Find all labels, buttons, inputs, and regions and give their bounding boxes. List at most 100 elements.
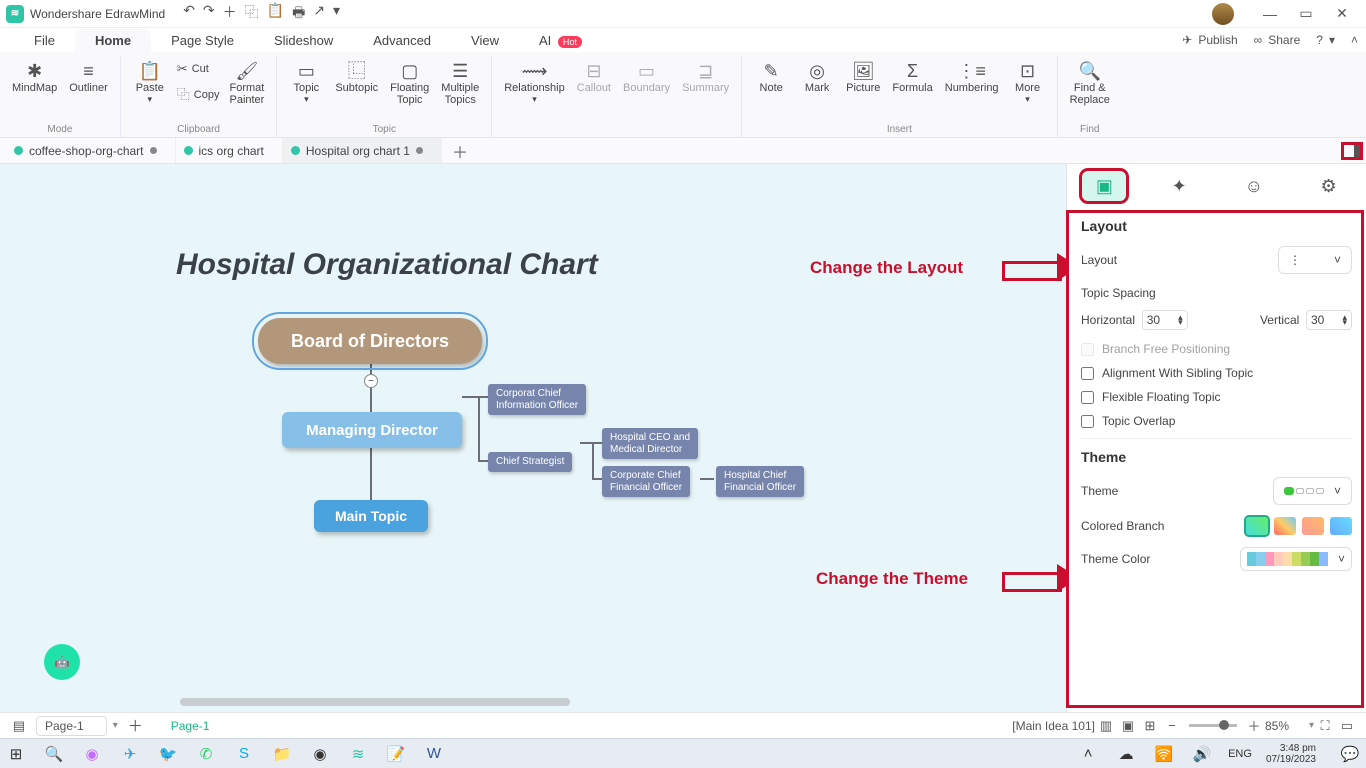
taskbar-explorer-icon[interactable]: 📁	[270, 742, 294, 766]
tray-chevron-icon[interactable]: ˄	[1076, 742, 1100, 766]
layout-selector[interactable]: ⋮˅	[1278, 246, 1352, 274]
window-minimize-button[interactable]: —	[1252, 6, 1288, 22]
window-maximize-button[interactable]: ▭	[1288, 5, 1324, 22]
topic-button[interactable]: ▭Topic▾	[283, 56, 329, 106]
page-selector[interactable]: Page-1	[36, 716, 107, 736]
node-cfo[interactable]: Corporate ChiefFinancial Officer	[602, 466, 690, 497]
taskbar-skype-icon[interactable]: S	[232, 742, 256, 766]
mark-button[interactable]: ◎Mark	[794, 56, 840, 105]
help-button[interactable]: ?▾	[1308, 33, 1343, 47]
window-close-button[interactable]: ✕	[1324, 5, 1360, 22]
doc-tab-hospital[interactable]: Hospital org chart 1	[283, 138, 442, 163]
formula-button[interactable]: ΣFormula	[886, 56, 938, 105]
find-replace-button[interactable]: 🔍Find &Replace	[1064, 56, 1116, 106]
vertical-input[interactable]: 30▴▾	[1306, 310, 1352, 330]
side-tab-settings[interactable]: ⚙	[1307, 171, 1351, 201]
print-icon[interactable]: 🖶	[292, 2, 305, 26]
start-button[interactable]: ⊞	[4, 742, 28, 766]
tray-language[interactable]: ENG	[1228, 748, 1252, 760]
swatch-4[interactable]	[1330, 517, 1352, 535]
theme-selector[interactable]: ˅	[1273, 477, 1352, 505]
mindmap-button[interactable]: ✱MindMap	[6, 56, 63, 94]
zoom-in-button[interactable]: ＋	[1243, 716, 1265, 735]
tray-wifi-icon[interactable]: 🛜	[1152, 742, 1176, 766]
view-icon-2[interactable]: ▣	[1117, 718, 1139, 734]
taskbar-whatsapp-icon[interactable]: ✆	[194, 742, 218, 766]
node-strategist[interactable]: Chief Strategist	[488, 452, 572, 472]
tray-notifications-icon[interactable]: 💬	[1338, 742, 1362, 766]
outline-view-icon[interactable]: ▤	[8, 718, 30, 734]
menu-slideshow[interactable]: Slideshow	[254, 29, 353, 52]
relationship-button[interactable]: ⟿Relationship▾	[498, 56, 571, 105]
more-button[interactable]: ⊡More▾	[1005, 56, 1051, 105]
chatbot-button[interactable]: 🤖	[44, 644, 80, 680]
fullscreen-icon[interactable]: ⛶	[1314, 718, 1336, 734]
side-tab-layout[interactable]: ▣	[1082, 171, 1126, 201]
taskbar-app-1[interactable]: ◉	[80, 742, 104, 766]
qat-paste-icon[interactable]: 📋	[267, 2, 284, 26]
cut-button[interactable]: ✂Cut	[173, 56, 224, 82]
collapse-ribbon-button[interactable]: ˄	[1343, 33, 1366, 47]
theme-color-selector[interactable]: ˅	[1240, 547, 1352, 571]
tray-clock[interactable]: 3:48 pm07/19/2023	[1266, 743, 1324, 765]
publish-button[interactable]: ✈Publish	[1174, 33, 1245, 47]
fit-icon[interactable]: ▭	[1336, 718, 1358, 734]
format-painter-button[interactable]: 🖌FormatPainter	[223, 56, 270, 108]
export-icon[interactable]: ↗	[313, 2, 325, 26]
chart-title[interactable]: Hospital Organizational Chart	[176, 248, 598, 282]
current-page-label[interactable]: Page-1	[171, 719, 210, 733]
zoom-slider[interactable]	[1189, 724, 1237, 727]
cb-topic-overlap[interactable]: Topic Overlap	[1081, 414, 1352, 428]
paste-button[interactable]: 📋Paste▾	[127, 56, 173, 108]
sidepanel-toggle-button[interactable]	[1341, 142, 1363, 160]
horizontal-input[interactable]: 30▴▾	[1142, 310, 1188, 330]
add-page-button[interactable]: ＋	[118, 715, 153, 736]
taskbar-edrawmind-icon[interactable]: ≋	[346, 742, 370, 766]
doc-tab-ics[interactable]: ics org chart	[176, 138, 283, 163]
cb-alignment-sibling[interactable]: Alignment With Sibling Topic	[1081, 366, 1352, 380]
qat-plus-icon[interactable]: ＋	[223, 2, 237, 26]
cb-flexible-floating[interactable]: Flexible Floating Topic	[1081, 390, 1352, 404]
side-tab-style[interactable]: ✦	[1157, 171, 1201, 201]
qat-dropdown-icon[interactable]: ▾	[333, 2, 340, 26]
redo-icon[interactable]: ↷	[203, 2, 215, 26]
node-hospital-cfo[interactable]: Hospital ChiefFinancial Officer	[716, 466, 804, 497]
outliner-button[interactable]: ≡Outliner	[63, 56, 114, 94]
zoom-out-button[interactable]: −	[1161, 718, 1183, 733]
taskbar-word-icon[interactable]: W	[422, 742, 446, 766]
menu-home[interactable]: Home	[75, 29, 151, 52]
taskbar-twitter-icon[interactable]: 🐦	[156, 742, 180, 766]
tray-volume-icon[interactable]: 🔊	[1190, 742, 1214, 766]
colored-branch-swatches[interactable]	[1246, 517, 1352, 535]
taskbar-chrome-icon[interactable]: ◉	[308, 742, 332, 766]
multiple-topics-button[interactable]: ☰MultipleTopics	[435, 56, 485, 106]
view-icon-1[interactable]: ▥	[1095, 718, 1117, 734]
note-button[interactable]: ✎Note	[748, 56, 794, 105]
doc-tab-coffee[interactable]: coffee-shop-org-chart	[6, 138, 176, 163]
zoom-value[interactable]: 85%	[1265, 719, 1309, 733]
avatar[interactable]	[1212, 3, 1234, 25]
floating-topic-button[interactable]: ▢FloatingTopic	[384, 56, 435, 106]
subtopic-button[interactable]: ⿺Subtopic	[329, 56, 384, 106]
menu-view[interactable]: View	[451, 29, 519, 52]
canvas[interactable]: Hospital Organizational Chart − Board of…	[0, 164, 1066, 712]
menu-advanced[interactable]: Advanced	[353, 29, 451, 52]
menu-file[interactable]: File	[14, 29, 75, 52]
node-ceo[interactable]: Hospital CEO andMedical Director	[602, 428, 698, 459]
tray-cloud-icon[interactable]: ☁	[1114, 742, 1138, 766]
horizontal-scrollbar[interactable]	[180, 698, 570, 706]
taskbar-notepad-icon[interactable]: 📝	[384, 742, 408, 766]
swatch-3[interactable]	[1302, 517, 1324, 535]
qat-copy-icon[interactable]: ⿻	[245, 2, 259, 26]
node-cio[interactable]: Corporat ChiefInformation Officer	[488, 384, 586, 415]
collapse-toggle[interactable]: −	[364, 374, 378, 388]
copy-button[interactable]: ⿻Copy	[173, 82, 224, 108]
picture-button[interactable]: 🖼Picture	[840, 56, 886, 105]
numbering-button[interactable]: ⋮≡Numbering	[939, 56, 1005, 105]
view-icon-3[interactable]: ⊞	[1139, 718, 1161, 734]
swatch-1[interactable]	[1246, 517, 1268, 535]
undo-icon[interactable]: ↶	[183, 2, 195, 26]
swatch-2[interactable]	[1274, 517, 1296, 535]
menu-page-style[interactable]: Page Style	[151, 29, 254, 52]
node-main-topic[interactable]: Main Topic	[314, 500, 428, 532]
